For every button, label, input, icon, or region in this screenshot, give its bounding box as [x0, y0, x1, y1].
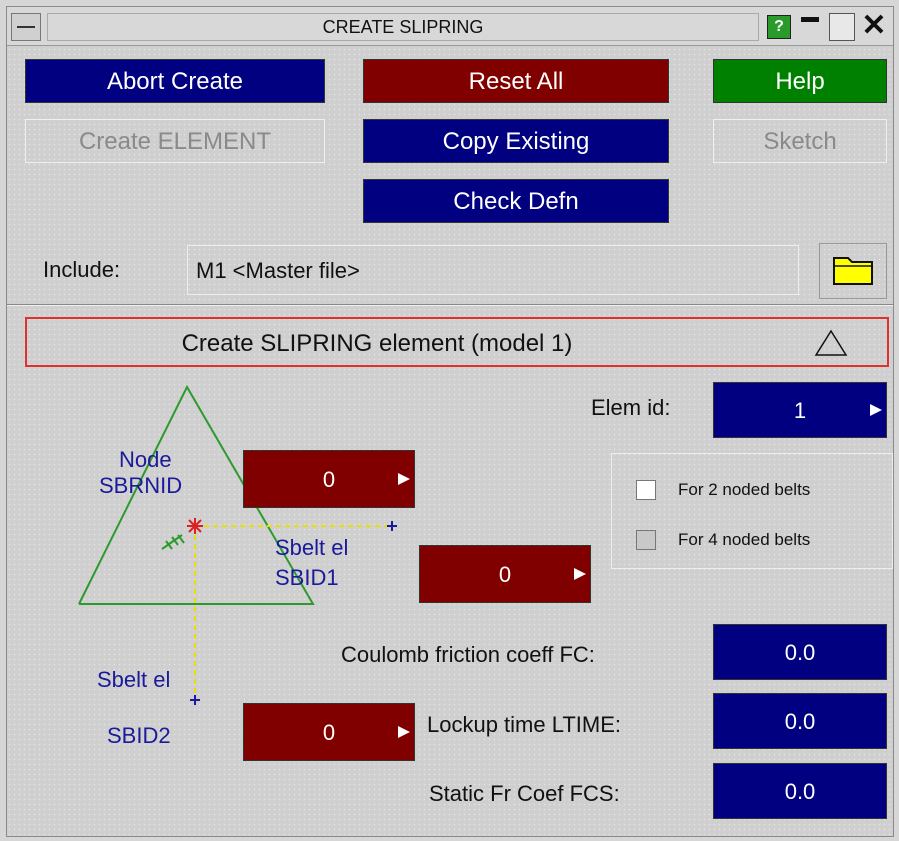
elem-id-label: Elem id:	[591, 395, 671, 420]
two-noded-checkbox[interactable]	[636, 480, 656, 500]
sbid2-label-line1: Sbelt el	[97, 667, 171, 692]
elem-id-value: 1	[793, 398, 807, 423]
sbrnid-field[interactable]: 0	[243, 450, 415, 508]
sbid1-label-line1: Sbelt el	[275, 535, 349, 560]
create-slipring-window: CREATE SLIPRING ? ✕ Abort Create Reset A…	[6, 6, 894, 837]
two-noded-label: For 2 noded belts	[678, 480, 811, 499]
fc-field[interactable]: 0.0	[713, 624, 887, 680]
four-noded-label: For 4 noded belts	[678, 530, 811, 549]
ltime-field[interactable]: 0.0	[713, 693, 887, 749]
sbid1-popup-arrow-icon[interactable]	[574, 568, 586, 580]
ltime-label: Lockup time LTIME:	[427, 712, 621, 737]
node-label-line2: SBRNID	[99, 473, 183, 498]
sbid1-marker-icon	[387, 521, 397, 531]
fcs-label: Static Fr Coef FCS:	[429, 781, 620, 806]
sbrnid-value: 0	[322, 467, 336, 492]
sbid2-field[interactable]: 0	[243, 703, 415, 761]
fc-label: Coulomb friction coeff FC:	[341, 642, 595, 667]
sbid2-value: 0	[322, 720, 336, 745]
sbid1-field[interactable]: 0	[419, 545, 591, 603]
sbid2-marker-icon	[190, 695, 200, 705]
four-noded-checkbox[interactable]	[636, 530, 656, 550]
fcs-field[interactable]: 0.0	[713, 763, 887, 819]
sbid2-popup-arrow-icon[interactable]	[398, 726, 410, 738]
sbid1-value: 0	[498, 562, 512, 587]
node-label-line1: Node	[119, 447, 172, 472]
anchor-hatch-icon	[161, 534, 185, 550]
sbid2-label-line2: SBID2	[107, 723, 171, 748]
belt-type-options: For 2 noded belts For 4 noded belts	[611, 453, 893, 569]
node-star-icon	[187, 518, 203, 534]
elem-id-field[interactable]: 1	[713, 382, 887, 438]
sbid1-label-line2: SBID1	[275, 565, 339, 590]
elem-id-popup-arrow-icon[interactable]	[870, 404, 882, 416]
sbrnid-popup-arrow-icon[interactable]	[398, 473, 410, 485]
